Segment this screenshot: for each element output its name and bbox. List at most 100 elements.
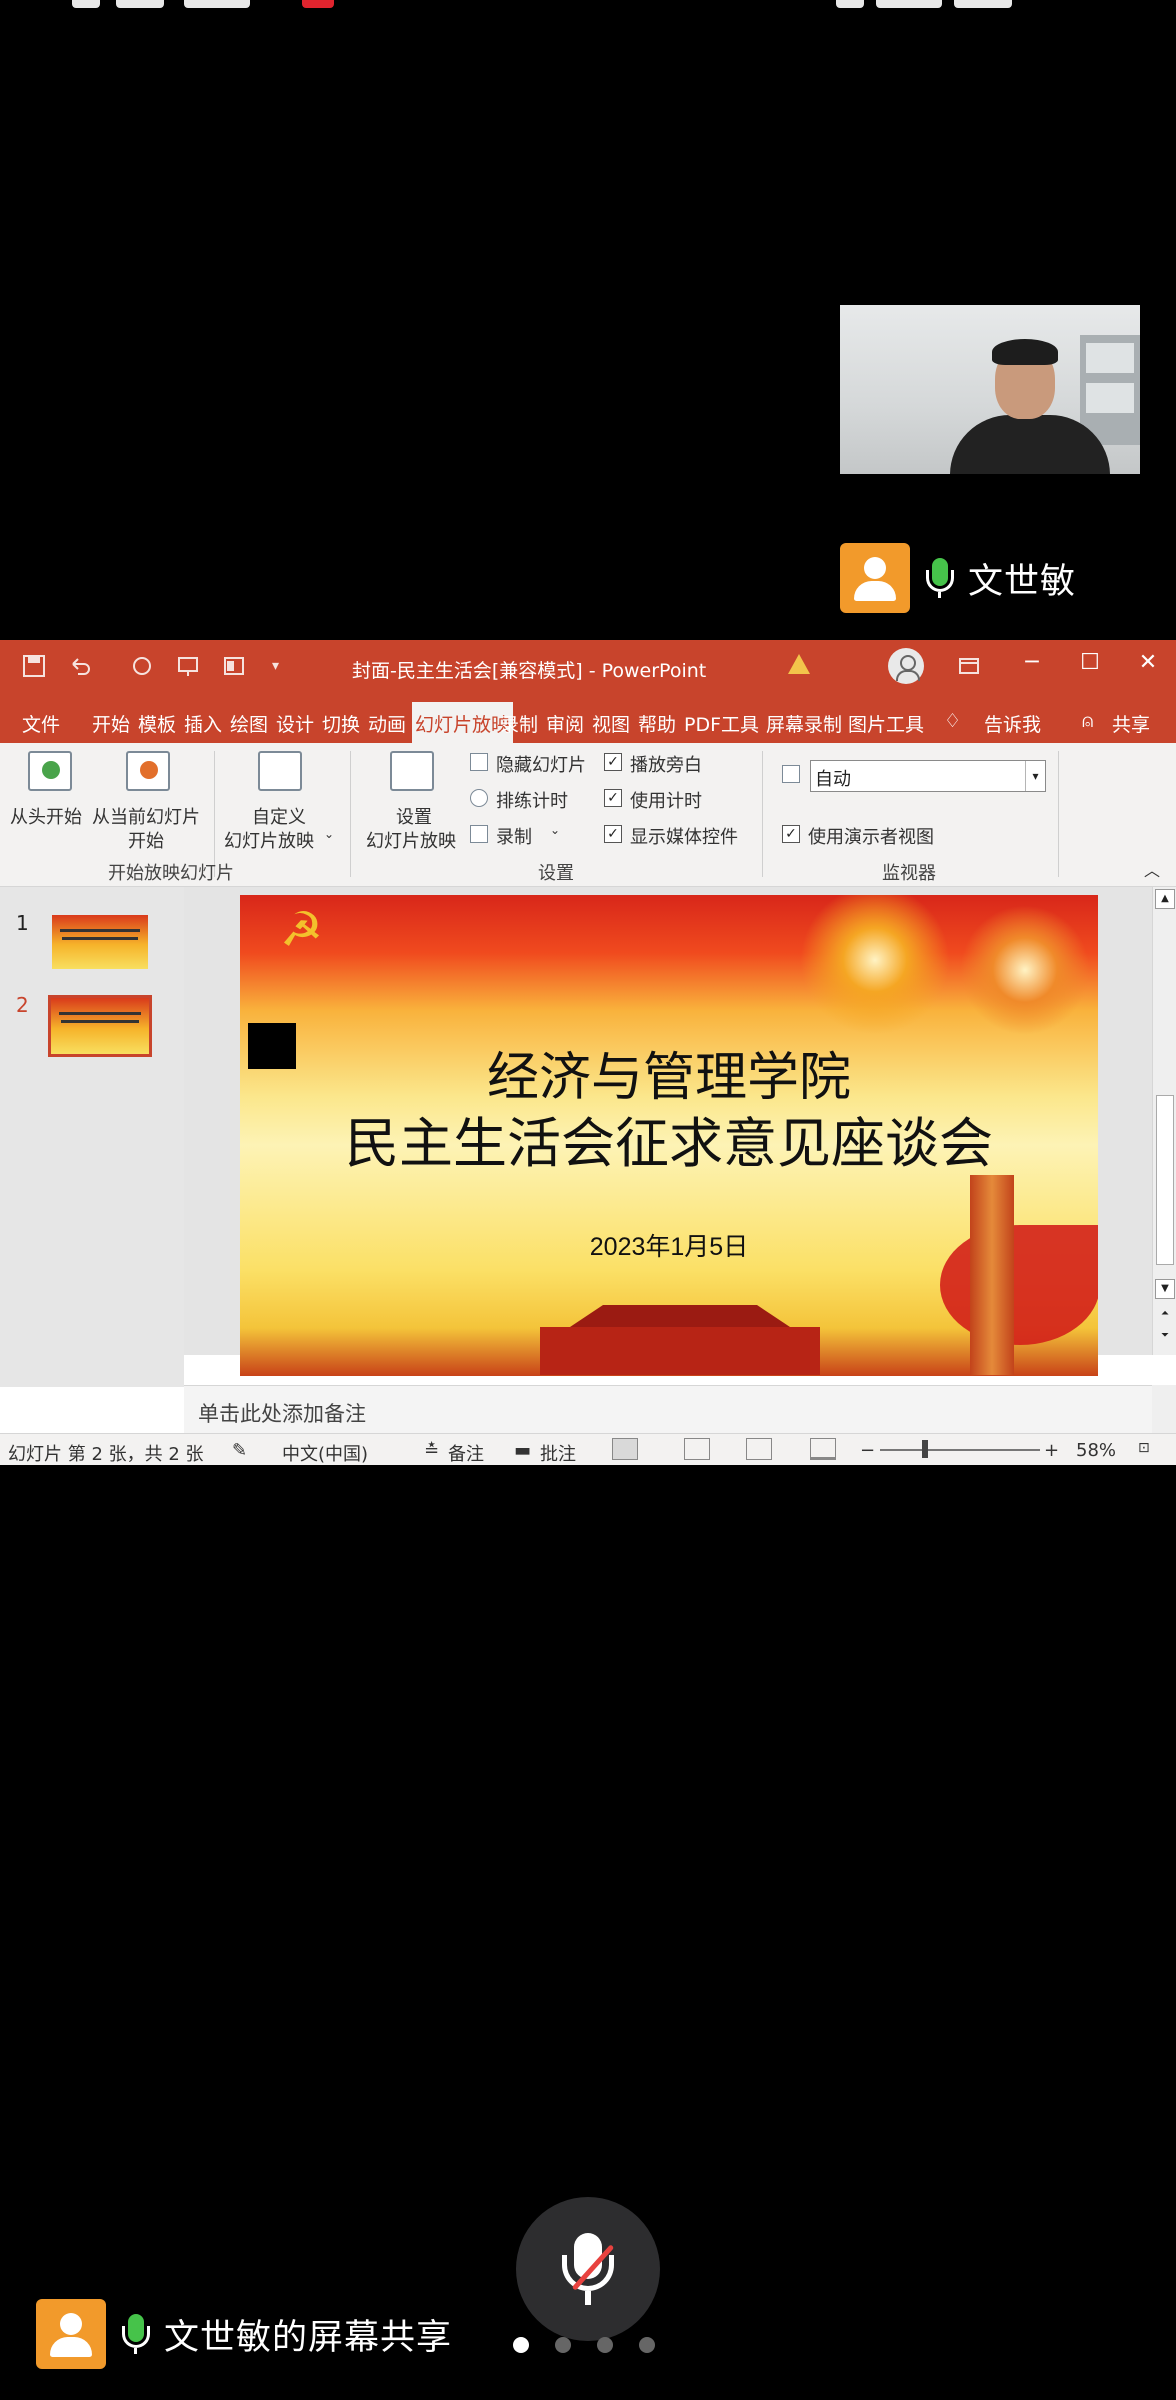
ribbon-tabs: 文件 开始 模板 插入 绘图 设计 切换 动画 幻灯片放映 录制 审阅 视图 帮… — [0, 698, 1176, 743]
hide-slide-icon[interactable] — [470, 753, 488, 771]
tab-review[interactable]: 审阅 — [546, 710, 584, 737]
tell-me-search[interactable]: 告诉我 — [984, 710, 1041, 737]
tab-view[interactable]: 视图 — [592, 710, 630, 737]
maximize-icon[interactable]: ☐ — [1070, 650, 1110, 675]
slideshow-view-icon[interactable] — [810, 1438, 836, 1460]
slide-sorter-icon[interactable] — [684, 1438, 710, 1460]
scroll-down-icon[interactable]: ▼ — [1155, 1279, 1175, 1299]
from-beginning-button[interactable]: 从头开始 — [10, 803, 82, 829]
share-button[interactable]: 共享 — [1112, 710, 1150, 737]
comments-icon[interactable]: ▬ — [514, 1440, 531, 1461]
record-dropdown-icon[interactable]: ⌄ — [550, 823, 560, 837]
notification-icon — [72, 0, 100, 8]
page-dot-2[interactable] — [555, 2337, 571, 2353]
hide-slide-button[interactable]: 隐藏幻灯片 — [496, 751, 586, 777]
custom-show-dropdown-icon[interactable]: ⌄ — [324, 827, 334, 841]
page-dot-1[interactable] — [513, 2337, 529, 2353]
save-icon[interactable] — [22, 654, 46, 678]
from-beginning-icon[interactable] — [28, 751, 72, 791]
reading-view-icon[interactable] — [746, 1438, 772, 1460]
warning-icon — [788, 654, 810, 674]
use-timings-checkbox[interactable]: ✓ — [604, 789, 622, 807]
slide-thumbnail-1[interactable] — [52, 915, 148, 969]
previous-slide-icon[interactable]: ⏶ — [1155, 1305, 1175, 1325]
layout-icon[interactable] — [222, 654, 246, 678]
tab-picture-tools[interactable]: 图片工具 — [848, 710, 924, 737]
tab-file[interactable]: 文件 — [22, 710, 60, 737]
undo-icon[interactable] — [68, 654, 92, 678]
minimize-icon[interactable]: ─ — [1012, 650, 1052, 675]
tab-record[interactable]: 录制 — [500, 710, 538, 737]
setup-slideshow-icon[interactable] — [390, 751, 434, 791]
current-slide[interactable]: ☭ 经济与管理学院 民主生活会征求意见座谈会 2023年1月5日 — [240, 895, 1098, 1376]
tab-screen-record[interactable]: 屏幕录制 — [766, 710, 842, 737]
tab-animations[interactable]: 动画 — [368, 710, 406, 737]
record-button[interactable]: 录制 — [496, 823, 532, 849]
lightbulb-icon[interactable]: ♢ — [944, 710, 961, 732]
present-icon[interactable] — [176, 654, 200, 678]
monitor-select[interactable]: 自动 ▾ — [810, 760, 1046, 792]
participant-video[interactable] — [840, 305, 1140, 474]
custom-show-button[interactable]: 自定义 — [252, 803, 306, 829]
tab-templates[interactable]: 模板 — [138, 710, 176, 737]
next-slide-icon[interactable]: ⏷ — [1155, 1327, 1175, 1347]
comments-button[interactable]: 批注 — [540, 1440, 576, 1465]
tiananmen-decoration — [540, 1305, 820, 1375]
notes-button[interactable]: 备注 — [448, 1440, 484, 1465]
notes-icon[interactable]: ≛ — [424, 1440, 439, 1461]
setup-slideshow-label: 幻灯片放映 — [366, 831, 456, 852]
tab-insert[interactable]: 插入 — [184, 710, 222, 737]
page-dot-4[interactable] — [639, 2337, 655, 2353]
vertical-scrollbar[interactable]: ▲ ▼ ⏶ ⏷ — [1152, 887, 1176, 1355]
tab-transitions[interactable]: 切换 — [322, 710, 360, 737]
language-indicator[interactable]: 中文(中国) — [282, 1440, 368, 1465]
slide-canvas[interactable]: ☭ 经济与管理学院 民主生活会征求意见座谈会 2023年1月5日 — [184, 887, 1152, 1376]
zoom-slider-thumb[interactable] — [922, 1440, 928, 1458]
show-media-controls-label: 显示媒体控件 — [630, 827, 738, 848]
customize-qat-icon[interactable]: ▾ — [272, 654, 296, 678]
notes-pane[interactable]: 单击此处添加备注 — [184, 1385, 1152, 1433]
close-icon[interactable]: ✕ — [1128, 650, 1168, 675]
tab-design[interactable]: 设计 — [276, 710, 314, 737]
account-icon[interactable] — [888, 648, 924, 684]
chevron-down-icon[interactable]: ▾ — [1025, 761, 1045, 791]
tab-slideshow[interactable]: 幻灯片放映 — [412, 702, 514, 743]
tab-draw[interactable]: 绘图 — [230, 710, 268, 737]
presenter-view-checkbox[interactable]: ✓ — [782, 825, 800, 843]
show-media-controls-checkbox[interactable]: ✓ — [604, 825, 622, 843]
mute-button[interactable] — [516, 2197, 660, 2341]
page-dot-3[interactable] — [597, 2337, 613, 2353]
zoom-out-icon[interactable]: − — [860, 1440, 875, 1461]
notes-scrollbar[interactable] — [1152, 1385, 1176, 1433]
share-icon[interactable]: ⍝ — [1082, 710, 1093, 732]
redo-icon[interactable] — [130, 654, 154, 678]
notes-placeholder: 单击此处添加备注 — [198, 1402, 366, 1426]
setup-slideshow-button[interactable]: 设置 — [396, 803, 432, 829]
tab-pdf-tools[interactable]: PDF工具 — [684, 710, 759, 737]
record-icon[interactable] — [470, 825, 488, 843]
zoom-in-icon[interactable]: + — [1044, 1440, 1059, 1461]
rehearse-timings-icon[interactable] — [470, 789, 488, 807]
zoom-level[interactable]: 58% — [1076, 1440, 1116, 1461]
zoom-slider[interactable] — [880, 1449, 1040, 1451]
spelling-icon[interactable]: ✎ — [232, 1440, 247, 1461]
play-narrations-checkbox[interactable]: ✓ — [604, 753, 622, 771]
window-title: 封面-民主生活会[兼容模式] - PowerPoint — [352, 660, 707, 682]
ribbon-display-icon[interactable] — [957, 654, 981, 678]
from-current-button[interactable]: 从当前幻灯片 — [92, 803, 200, 829]
from-current-icon[interactable] — [126, 751, 170, 791]
rehearse-timings-button[interactable]: 排练计时 — [496, 787, 568, 813]
custom-show-icon[interactable] — [258, 751, 302, 791]
collapse-ribbon-icon[interactable]: ︿ — [1144, 857, 1160, 881]
normal-view-icon[interactable] — [612, 1438, 638, 1460]
slide-thumbnail-2[interactable] — [48, 995, 152, 1057]
shared-screen: ▾ 封面-民主生活会[兼容模式] - PowerPoint ─ ☐ ✕ 文件 开… — [0, 640, 1176, 1465]
scrollbar-thumb[interactable] — [1156, 1095, 1174, 1265]
page-indicator — [513, 2337, 655, 2353]
scroll-up-icon[interactable]: ▲ — [1155, 889, 1175, 909]
fit-to-window-icon[interactable]: ⊡ — [1138, 1440, 1150, 1456]
tab-home[interactable]: 开始 — [92, 710, 130, 737]
tab-help[interactable]: 帮助 — [638, 710, 676, 737]
ppt-status-bar: 幻灯片 第 2 张，共 2 张 ✎ 中文(中国) ≛ 备注 ▬ 批注 − + 5… — [0, 1433, 1176, 1465]
use-timings-label: 使用计时 — [630, 791, 702, 812]
